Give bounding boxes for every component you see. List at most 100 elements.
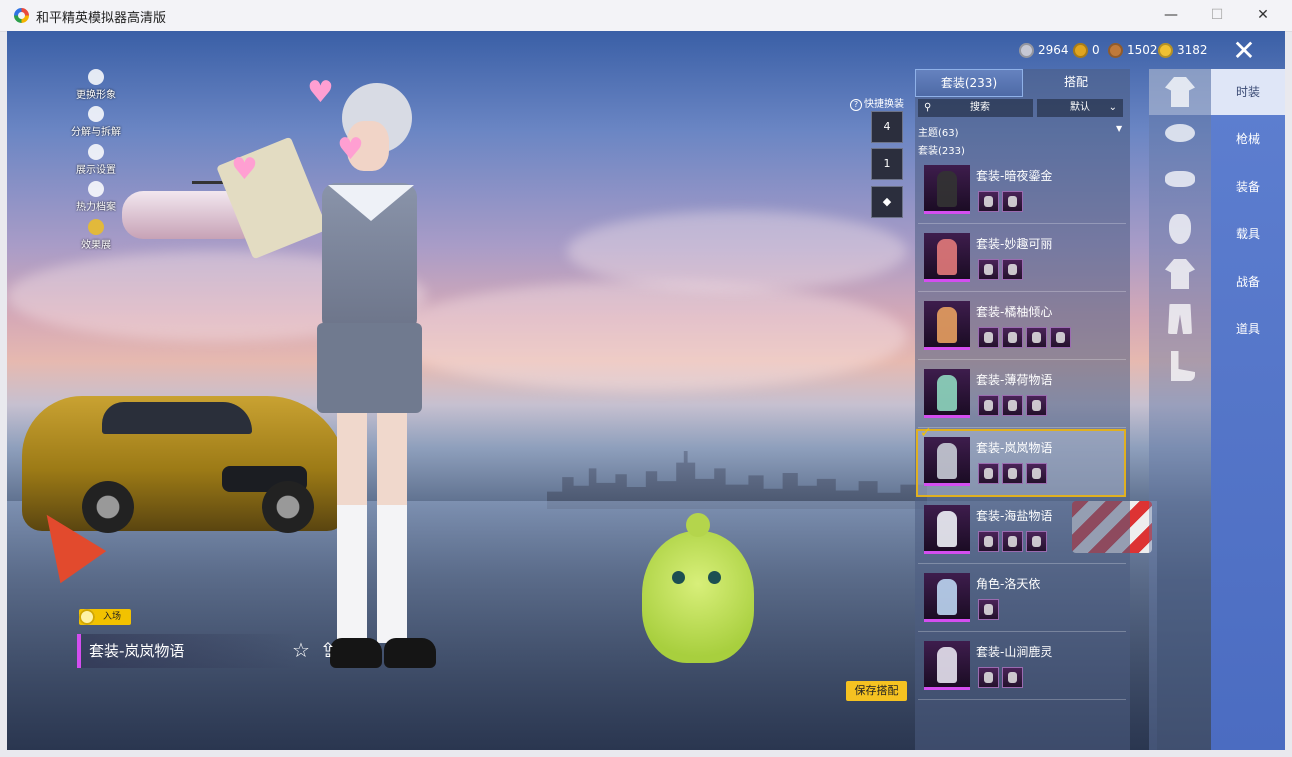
part-thumbnail[interactable] bbox=[978, 395, 999, 416]
category-equipment[interactable]: 装备 bbox=[1211, 164, 1285, 210]
part-thumbnail[interactable] bbox=[978, 667, 999, 688]
outfit-name: 套装-岚岚物语 bbox=[976, 441, 1053, 455]
glasses-icon[interactable] bbox=[1165, 171, 1195, 187]
favorite-star-icon[interactable]: ☆ bbox=[290, 639, 312, 661]
part-thumbnail[interactable] bbox=[978, 531, 999, 552]
part-thumbnail[interactable] bbox=[978, 191, 999, 212]
diamond-emblem-icon: ◆ bbox=[882, 195, 892, 208]
cloud bbox=[567, 211, 907, 291]
outfit-name: 角色-洛天依 bbox=[976, 577, 1041, 591]
currency-silver: 2964 bbox=[1019, 41, 1069, 59]
part-thumbnail[interactable] bbox=[1002, 191, 1023, 212]
part-thumbnail[interactable] bbox=[978, 599, 999, 620]
currency-bronze: 1502 bbox=[1108, 41, 1158, 59]
outfit-thumbnail bbox=[924, 437, 970, 486]
category-vehicles[interactable]: 载具 bbox=[1211, 211, 1285, 257]
outfit-thumbnail bbox=[924, 165, 970, 214]
share-icon[interactable]: ⇪ bbox=[317, 639, 339, 661]
window-titlebar: 和平精英模拟器高清版 — ☐ ✕ bbox=[0, 0, 1292, 32]
part-thumbnail[interactable] bbox=[978, 259, 999, 280]
outfit-name: 套装-海盐物语 bbox=[976, 509, 1053, 523]
part-thumbnail[interactable] bbox=[1026, 531, 1047, 552]
part-thumbnail[interactable] bbox=[1026, 395, 1047, 416]
part-thumbnail[interactable] bbox=[1002, 531, 1023, 552]
outfit-item[interactable]: 套装-橘柚倾心 bbox=[918, 295, 1126, 360]
part-thumbnail[interactable] bbox=[1050, 327, 1071, 348]
category-fashion[interactable]: 时装 bbox=[1211, 69, 1285, 115]
outfit-thumbnail bbox=[924, 641, 970, 690]
chevron-down-icon: ⌄ bbox=[1108, 102, 1117, 113]
entry-tag-label: 入场 bbox=[102, 612, 121, 622]
flame-icon bbox=[88, 181, 104, 197]
pants-icon[interactable] bbox=[1168, 304, 1192, 334]
smiley-icon bbox=[79, 609, 95, 625]
menu-effects[interactable]: 效果展 bbox=[67, 219, 125, 251]
part-thumbnail[interactable] bbox=[1002, 395, 1023, 416]
quick-slot-1[interactable]: 4 bbox=[871, 111, 903, 143]
outfit-item[interactable]: 套装-暗夜鎏金 bbox=[918, 159, 1126, 224]
currency-value: 0 bbox=[1092, 43, 1100, 57]
quick-slot-2[interactable]: 1 bbox=[871, 148, 903, 180]
tab-sets[interactable]: 套装(233) bbox=[915, 69, 1023, 97]
pet-eye bbox=[708, 571, 721, 584]
menu-label: 展示设置 bbox=[76, 165, 116, 176]
quick-slot-3[interactable]: ◆ bbox=[871, 186, 903, 218]
slot-number: 4 bbox=[883, 120, 891, 133]
top-icon[interactable] bbox=[1165, 259, 1195, 289]
puzzle-icon bbox=[88, 106, 104, 122]
shoes-icon[interactable] bbox=[1171, 351, 1195, 381]
heart-icon: ♥ bbox=[231, 152, 258, 187]
outfit-item[interactable]: 套装-妙趣可丽 bbox=[918, 227, 1126, 292]
part-thumbnail[interactable] bbox=[1026, 463, 1047, 484]
outfit-name: 套装-暗夜鎏金 bbox=[976, 169, 1053, 183]
part-thumbnail[interactable] bbox=[1026, 327, 1047, 348]
eye-icon bbox=[88, 144, 104, 160]
accessory-icon[interactable] bbox=[1165, 124, 1195, 142]
quick-change-text: 快捷换装 bbox=[864, 99, 904, 110]
currency-value: 3182 bbox=[1177, 43, 1208, 57]
minimize-button[interactable]: — bbox=[1148, 0, 1194, 31]
green-pet bbox=[642, 513, 754, 663]
bronze-token-icon bbox=[1108, 42, 1123, 58]
category-gear[interactable]: 战备 bbox=[1211, 259, 1285, 305]
outfit-thumbnail bbox=[924, 233, 970, 282]
menu-display-settings[interactable]: 展示设置 bbox=[67, 144, 125, 176]
part-thumbnail[interactable] bbox=[978, 327, 999, 348]
tab-combos[interactable]: 搭配 bbox=[1023, 69, 1129, 95]
part-thumbnail[interactable] bbox=[1002, 259, 1023, 280]
outfit-item-selected[interactable]: ✓ 套装-岚岚物语 bbox=[916, 425, 1126, 497]
part-thumbnail[interactable] bbox=[1002, 667, 1023, 688]
gold-coin-icon bbox=[1158, 42, 1173, 58]
theme-filter[interactable]: 主题(63) ▼ bbox=[918, 124, 1122, 139]
search-input[interactable]: ⚲ 搜索 bbox=[918, 99, 1033, 117]
menu-change-appearance[interactable]: 更换形象 bbox=[67, 69, 125, 101]
maximize-button[interactable]: ☐ bbox=[1194, 0, 1240, 31]
category-weapons[interactable]: 枪械 bbox=[1211, 116, 1285, 162]
outfit-item[interactable]: 套装-山涧鹿灵 bbox=[918, 635, 1126, 700]
part-thumbnail[interactable] bbox=[1002, 463, 1023, 484]
save-outfit-button[interactable]: 保存搭配 bbox=[846, 681, 907, 701]
currency-gold-token: 0 bbox=[1073, 41, 1100, 59]
menu-heat-record[interactable]: 热力档案 bbox=[67, 181, 125, 213]
cloud bbox=[387, 281, 907, 391]
car-wheel bbox=[82, 481, 134, 533]
heart-icon: ♥ bbox=[337, 132, 364, 167]
character-shoe bbox=[384, 638, 436, 668]
quick-change-label[interactable]: ? 快捷换装 bbox=[850, 95, 904, 111]
close-icon[interactable]: ✕ bbox=[1228, 37, 1260, 65]
heart-icon: ♥ bbox=[307, 75, 334, 110]
category-items[interactable]: 道具 bbox=[1211, 306, 1285, 352]
part-thumbnail[interactable] bbox=[978, 463, 999, 484]
close-window-button[interactable]: ✕ bbox=[1240, 0, 1286, 31]
pet-sprout bbox=[686, 513, 710, 537]
menu-decompose[interactable]: 分解与拆解 bbox=[67, 106, 125, 138]
person-icon bbox=[88, 69, 104, 85]
part-thumbnail[interactable] bbox=[1002, 327, 1023, 348]
mask-icon[interactable] bbox=[1169, 214, 1191, 244]
menu-label: 热力档案 bbox=[76, 202, 116, 213]
outfit-item[interactable]: 套装-薄荷物语 bbox=[918, 363, 1126, 428]
help-icon: ? bbox=[850, 99, 862, 111]
outfit-item[interactable]: 角色-洛天依 bbox=[918, 567, 1126, 632]
sort-select[interactable]: 默认 ⌄ bbox=[1037, 99, 1123, 117]
outfit-item[interactable]: 套装-海盐物语 bbox=[918, 499, 1126, 564]
